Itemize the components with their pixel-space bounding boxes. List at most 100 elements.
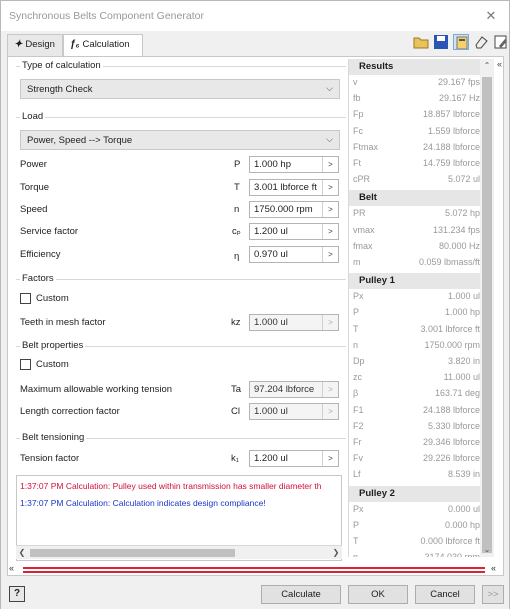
calculate-button[interactable]: Calculate: [261, 585, 341, 604]
result-row: zc 11.000 ul: [349, 371, 488, 385]
collapse-up-icon[interactable]: «: [491, 563, 496, 573]
teeth-in-mesh-input: 1.000 ul >: [249, 314, 339, 331]
open-folder-icon[interactable]: [413, 34, 429, 50]
results-vscrollbar[interactable]: ⌃ ⌄: [480, 59, 494, 557]
pulley-2-results-header: Pulley 2: [349, 485, 489, 502]
help-button[interactable]: ?: [9, 586, 25, 602]
result-symbol: β: [353, 388, 359, 399]
result-row: fb 29.167 Hz: [349, 92, 488, 106]
save-icon[interactable]: [433, 34, 449, 50]
service-factor-label: Service factor: [20, 226, 79, 237]
torque-value: 3.001 lbforce ft: [254, 182, 317, 193]
result-symbol: Ft: [353, 158, 361, 168]
calculator-icon[interactable]: [453, 34, 469, 50]
function-icon: ƒ₆: [70, 39, 80, 50]
factors-custom-label: Custom: [36, 293, 69, 304]
result-value: 0.059 lbmass/ft: [418, 257, 480, 267]
tension-factor-input[interactable]: 1.200 ul >: [249, 450, 339, 467]
scroll-right-icon[interactable]: ❯: [330, 546, 342, 560]
scroll-up-icon[interactable]: ⌃: [480, 59, 494, 73]
window-title: Synchronous Belts Component Generator: [9, 10, 204, 22]
chevron-right-icon[interactable]: >: [322, 451, 338, 466]
result-symbol: Fr: [353, 437, 362, 447]
belt-custom-checkbox[interactable]: [20, 359, 31, 370]
result-symbol: T: [353, 323, 359, 334]
splitter-bar[interactable]: « «: [9, 563, 501, 576]
result-row: n 1750.000 rpm: [349, 339, 488, 353]
torque-input[interactable]: 3.001 lbforce ft >: [249, 179, 339, 196]
chevron-right-icon[interactable]: >: [322, 157, 338, 172]
chevron-right-icon[interactable]: >: [322, 224, 338, 239]
close-icon[interactable]: ✕: [479, 5, 503, 27]
eraser-icon[interactable]: [473, 34, 489, 50]
scroll-thumb[interactable]: [482, 77, 492, 553]
result-value: 0.000 ul: [447, 503, 480, 514]
result-symbol: v: [353, 77, 358, 87]
result-symbol: n: [353, 339, 359, 350]
chevron-right-icon[interactable]: >: [322, 180, 338, 195]
efficiency-symbol: η: [234, 251, 240, 262]
splitter-line: [23, 571, 485, 573]
result-value: 29.226 lbforce: [422, 453, 480, 464]
result-value: 5.330 lbforce: [427, 420, 480, 431]
result-symbol: F1: [353, 404, 364, 415]
cancel-button[interactable]: Cancel: [415, 585, 475, 604]
type-of-calculation-select[interactable]: Strength Check ⌵: [20, 79, 340, 99]
message-hscrollbar[interactable]: ❮ ❯: [16, 545, 342, 559]
chevron-right-icon: >: [322, 404, 338, 419]
result-value: 3.820 in: [447, 356, 480, 366]
scroll-left-icon[interactable]: ❮: [16, 546, 28, 560]
message-line: 1:37:07 PM Calculation: Calculation indi…: [20, 498, 266, 508]
result-symbol: fmax: [353, 240, 373, 251]
result-value: 14.759 lbforce: [422, 158, 480, 168]
title-bar: Synchronous Belts Component Generator ✕: [1, 1, 509, 31]
result-symbol: fb: [353, 93, 361, 104]
result-value: 131.234 fps: [432, 224, 480, 235]
divider: [16, 279, 346, 280]
result-symbol: T: [353, 536, 359, 546]
chevron-down-icon: ⌵: [326, 134, 333, 144]
belt-tensioning-title: Belt tensioning: [20, 432, 87, 443]
power-label: Power: [20, 159, 47, 170]
speed-label: Speed: [20, 204, 48, 215]
result-value: 1.000 ul: [447, 291, 480, 302]
result-row: n 3174.030 rpm: [349, 551, 488, 557]
result-row: P 0.000 hp: [349, 519, 488, 533]
tab-calculation[interactable]: ƒ₆ Calculation: [63, 34, 143, 57]
efficiency-input[interactable]: 0.970 ul >: [249, 246, 339, 263]
result-symbol: Fv: [353, 453, 363, 464]
edit-notes-icon[interactable]: [493, 34, 509, 50]
ok-button[interactable]: OK: [348, 585, 408, 604]
collapse-results-icon[interactable]: «: [497, 59, 505, 69]
result-row: v 29.167 fps: [349, 76, 488, 90]
max-working-tension-value: 97.204 lbforce: [254, 384, 315, 395]
result-value: 1750.000 rpm: [424, 339, 480, 350]
factors-custom-checkbox[interactable]: [20, 293, 31, 304]
message-text: Pulley used within transmission has smal…: [112, 481, 322, 491]
speed-input[interactable]: 1750.000 rpm >: [249, 201, 339, 218]
tab-design[interactable]: ✦ Design: [7, 34, 63, 56]
result-symbol: P: [353, 307, 360, 318]
result-symbol: Dp: [353, 356, 365, 366]
button-bar: ? Calculate OK Cancel >>: [1, 581, 509, 609]
results-header: Results: [349, 59, 489, 75]
scroll-thumb[interactable]: [30, 549, 235, 557]
collapse-up-icon[interactable]: «: [9, 563, 14, 573]
load-select[interactable]: Power, Speed --> Torque ⌵: [20, 130, 340, 150]
service-factor-value: 1.200 ul: [254, 226, 288, 237]
speed-value: 1750.000 rpm: [254, 204, 313, 215]
load-title: Load: [20, 111, 46, 122]
power-input[interactable]: 1.000 hp >: [249, 156, 339, 173]
result-row: Fp 18.857 lbforce: [349, 108, 488, 122]
more-button[interactable]: >>: [482, 585, 504, 604]
result-row: fmax 80.000 Hz: [349, 240, 488, 254]
chevron-right-icon[interactable]: >: [322, 247, 338, 262]
message-text: Calculation indicates design compliance!: [112, 498, 266, 508]
service-factor-input[interactable]: 1.200 ul >: [249, 223, 339, 240]
result-value: 8.539 in: [447, 469, 480, 480]
chevron-right-icon: >: [322, 382, 338, 397]
result-symbol: Fc: [353, 125, 363, 136]
scroll-down-icon[interactable]: ⌄: [480, 543, 494, 557]
result-row: Ftmax 24.188 lbforce: [349, 141, 488, 155]
chevron-right-icon[interactable]: >: [322, 202, 338, 217]
